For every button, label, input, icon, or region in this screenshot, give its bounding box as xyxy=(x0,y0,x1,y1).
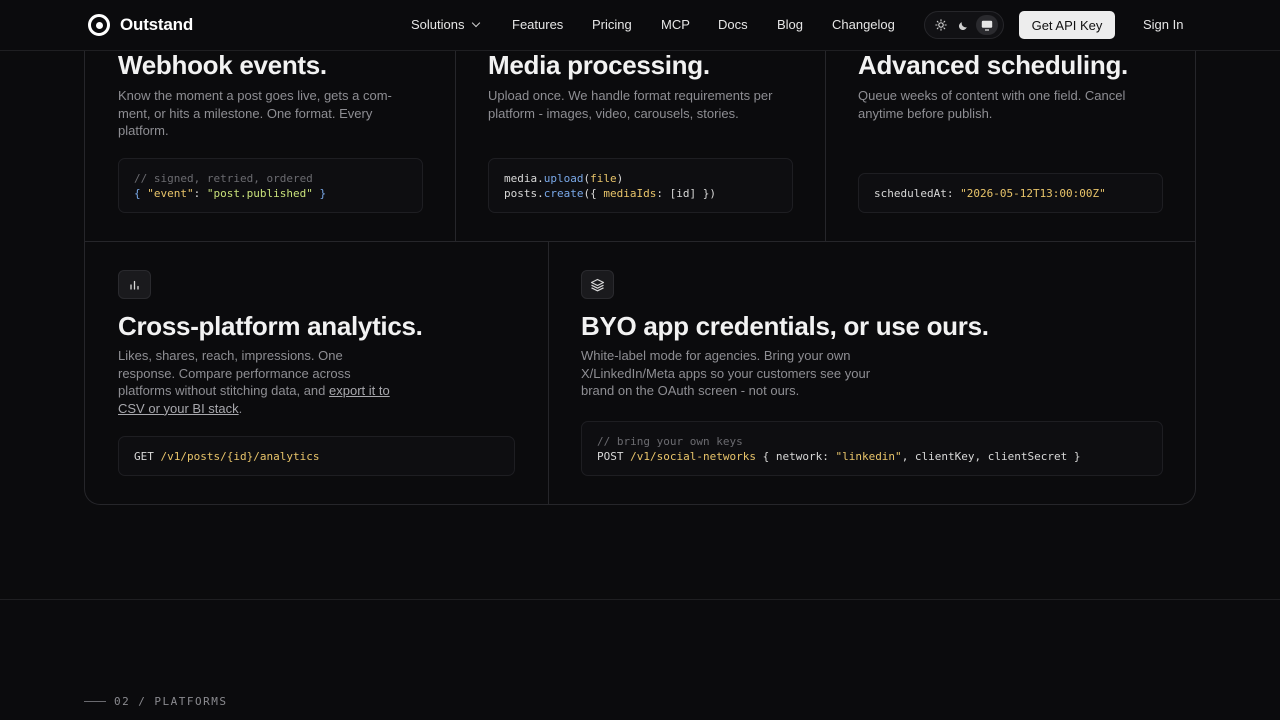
code-function: upload xyxy=(543,171,584,185)
sun-icon xyxy=(934,19,947,31)
bar-chart-icon xyxy=(130,280,139,290)
nav-link-features[interactable]: Features xyxy=(512,17,563,32)
nav-link-solutions[interactable]: Solutions xyxy=(411,17,481,32)
theme-dark-button[interactable] xyxy=(953,15,975,35)
brand[interactable]: Outstand xyxy=(88,14,193,36)
code-token: ) xyxy=(616,171,624,185)
section-label: 02 / PLATFORMS xyxy=(84,695,227,708)
code-string: "linkedin" xyxy=(835,449,902,463)
code-method: POST xyxy=(597,449,631,463)
code-string: "2026-05-12T13:00:00Z" xyxy=(960,186,1106,200)
code-token: media xyxy=(504,171,538,185)
nav-link-changelog[interactable]: Changelog xyxy=(832,17,895,32)
feature-description: White-label mode for agencies. Bring you… xyxy=(581,348,871,398)
analytics-icon-box xyxy=(118,270,151,299)
brand-name: Outstand xyxy=(120,15,194,34)
code-block: media.upload(file) posts.create({ mediaI… xyxy=(488,158,793,213)
section-number: 02 xyxy=(114,695,131,708)
code-function: create xyxy=(543,186,584,200)
top-nav: Outstand Solutions Features Pricing MCP … xyxy=(0,0,1280,51)
code-token: . xyxy=(537,186,544,200)
feature-description: Upload once. We handle format requiremen… xyxy=(488,88,773,121)
feature-title: Webhook events. xyxy=(118,50,327,80)
logo-icon xyxy=(88,14,110,36)
code-block: // bring your own keys POST /v1/social-n… xyxy=(581,421,1163,476)
feature-description: Know the moment a post goes live, gets a… xyxy=(118,88,392,138)
theme-light-button[interactable] xyxy=(930,15,952,35)
feature-description: Queue weeks of content with one field. C… xyxy=(858,88,1126,121)
code-token: : [id] }) xyxy=(656,186,716,200)
code-path: /v1/posts/{id}/analytics xyxy=(160,449,320,463)
code-block: // signed, retried, ordered { "event": "… xyxy=(118,158,423,213)
section-divider xyxy=(0,599,1280,600)
get-api-key-button[interactable]: Get API Key xyxy=(1019,11,1115,39)
nav-link-pricing[interactable]: Pricing xyxy=(592,17,632,32)
sign-in-link[interactable]: Sign In xyxy=(1143,17,1183,32)
feature-title: Advanced scheduling. xyxy=(858,50,1128,80)
feature-description: Likes, shares, reach, impressions. One r… xyxy=(118,347,403,417)
layers-icon xyxy=(590,278,605,291)
theme-toggle xyxy=(924,11,1004,39)
moon-icon xyxy=(959,21,968,30)
code-token: : xyxy=(193,186,207,200)
code-token: { xyxy=(134,186,148,200)
code-block: GET /v1/posts/{id}/analytics xyxy=(118,436,515,476)
code-token: } xyxy=(312,186,327,200)
code-token: ({ xyxy=(583,186,604,200)
nav-link-docs[interactable]: Docs xyxy=(718,17,748,32)
code-token: { network: xyxy=(755,449,836,463)
code-path: /v1/social-networks xyxy=(630,449,756,463)
nav-link-blog[interactable]: Blog xyxy=(777,17,803,32)
code-comment: // bring your own keys xyxy=(597,434,743,448)
code-key: mediaIds xyxy=(603,186,657,200)
code-method: GET xyxy=(134,449,161,463)
code-token: , clientKey, clientSecret } xyxy=(901,449,1081,463)
feature-title: Media processing. xyxy=(488,50,710,80)
feature-grid: Webhook events. Know the moment a post g… xyxy=(84,0,1196,505)
code-token: posts xyxy=(504,186,538,200)
nav-link-mcp[interactable]: MCP xyxy=(661,17,690,32)
description-text: Likes, shares, reach, impressions. One r… xyxy=(118,348,351,398)
feature-title: Cross-platform analytics. xyxy=(118,311,423,341)
description-text: . xyxy=(238,400,243,416)
section-separator: / xyxy=(138,695,147,708)
theme-system-button[interactable] xyxy=(976,15,999,35)
code-key: scheduledAt: xyxy=(874,186,961,200)
code-block: scheduledAt: "2026-05-12T13:00:00Z" xyxy=(858,173,1163,213)
monitor-icon xyxy=(982,20,993,31)
code-token: . xyxy=(537,171,544,185)
section-name: PLATFORMS xyxy=(154,695,228,708)
byo-icon-box xyxy=(581,270,614,299)
feature-title: BYO app credentials, or use ours. xyxy=(581,311,989,341)
section-dash xyxy=(84,701,106,702)
grid-divider xyxy=(85,241,1195,242)
code-argument: file xyxy=(590,171,617,185)
grid-divider xyxy=(548,241,549,504)
code-comment: // signed, retried, ordered xyxy=(134,171,313,185)
code-key: "event" xyxy=(147,186,194,200)
code-string: "post.published" xyxy=(206,186,313,200)
nav-link-label: Solutions xyxy=(411,17,465,32)
chevron-down-icon xyxy=(472,18,481,28)
